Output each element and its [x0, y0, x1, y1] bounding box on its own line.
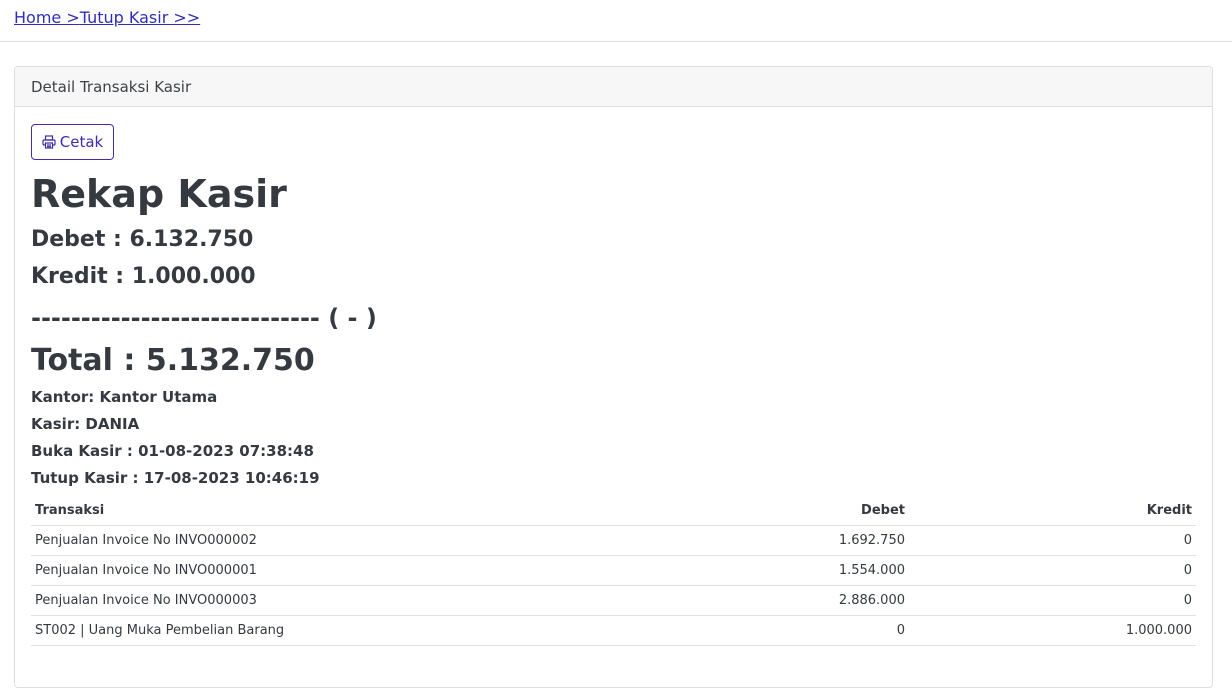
kredit-label: Kredit :: [31, 264, 132, 289]
page-title: Rekap Kasir: [31, 172, 287, 216]
cell-transaksi: Penjualan Invoice No INVO000001: [31, 555, 621, 586]
buka-kasir-info: Buka Kasir : 01-08-2023 07:38:48: [31, 442, 314, 460]
transaction-table: Transaksi Debet Kredit Penjualan Invoice…: [31, 495, 1196, 646]
kredit-summary: Kredit : 1.000.000: [31, 263, 256, 291]
breadcrumb-bar: Home >Tutup Kasir >>: [0, 0, 1232, 42]
cell-debet: 2.886.000: [621, 585, 909, 616]
kredit-value: 1.000.000: [131, 264, 256, 289]
tutup-kasir-info: Tutup Kasir : 17-08-2023 10:46:19: [31, 469, 320, 487]
print-button-label: Cetak: [59, 133, 104, 151]
debet-value: 6.132.750: [129, 227, 254, 252]
debet-summary: Debet : 6.132.750: [31, 226, 253, 254]
table-row: ST002 | Uang Muka Pembelian Barang 0 1.0…: [31, 615, 1196, 646]
cell-transaksi: Penjualan Invoice No INVO000002: [31, 525, 621, 556]
printer-icon: [42, 127, 56, 149]
debet-label: Debet :: [31, 227, 130, 252]
column-header-debet: Debet: [621, 495, 909, 526]
total-summary: Total : 5.132.750: [31, 341, 315, 381]
table-row: Penjualan Invoice No INVO000001 1.554.00…: [31, 555, 1196, 586]
print-button[interactable]: Cetak: [31, 124, 114, 160]
breadcrumb-tutup-kasir-link[interactable]: Tutup Kasir >>: [80, 8, 200, 27]
total-value: 5.132.750: [145, 343, 315, 378]
kantor-info: Kantor: Kantor Utama: [31, 388, 218, 406]
cell-kredit: 0: [909, 525, 1196, 556]
cell-kredit: 0: [909, 555, 1196, 586]
card-header: Detail Transaksi Kasir: [15, 67, 1212, 107]
total-label: Total :: [31, 343, 146, 378]
cell-debet: 1.692.750: [621, 525, 909, 556]
kasir-info: Kasir: DANIA: [31, 415, 140, 433]
breadcrumb-home-link[interactable]: Home >: [14, 8, 80, 27]
table-row: Penjualan Invoice No INVO000002 1.692.75…: [31, 525, 1196, 556]
cell-transaksi: ST002 | Uang Muka Pembelian Barang: [31, 615, 621, 646]
table-header-row: Transaksi Debet Kredit: [31, 495, 1196, 526]
cell-kredit: 1.000.000: [909, 615, 1196, 646]
column-header-transaksi: Transaksi: [31, 495, 621, 526]
breadcrumb: Home >Tutup Kasir >>: [14, 8, 200, 28]
cell-debet: 0: [621, 615, 909, 646]
cell-kredit: 0: [909, 585, 1196, 616]
subtraction-divider: ----------------------------- ( - ): [31, 304, 377, 332]
detail-card: Detail Transaksi Kasir Cetak Rekap Kasir…: [14, 66, 1213, 688]
cell-debet: 1.554.000: [621, 555, 909, 586]
column-header-kredit: Kredit: [909, 495, 1196, 526]
cell-transaksi: Penjualan Invoice No INVO000003: [31, 585, 621, 616]
table-row: Penjualan Invoice No INVO000003 2.886.00…: [31, 585, 1196, 616]
